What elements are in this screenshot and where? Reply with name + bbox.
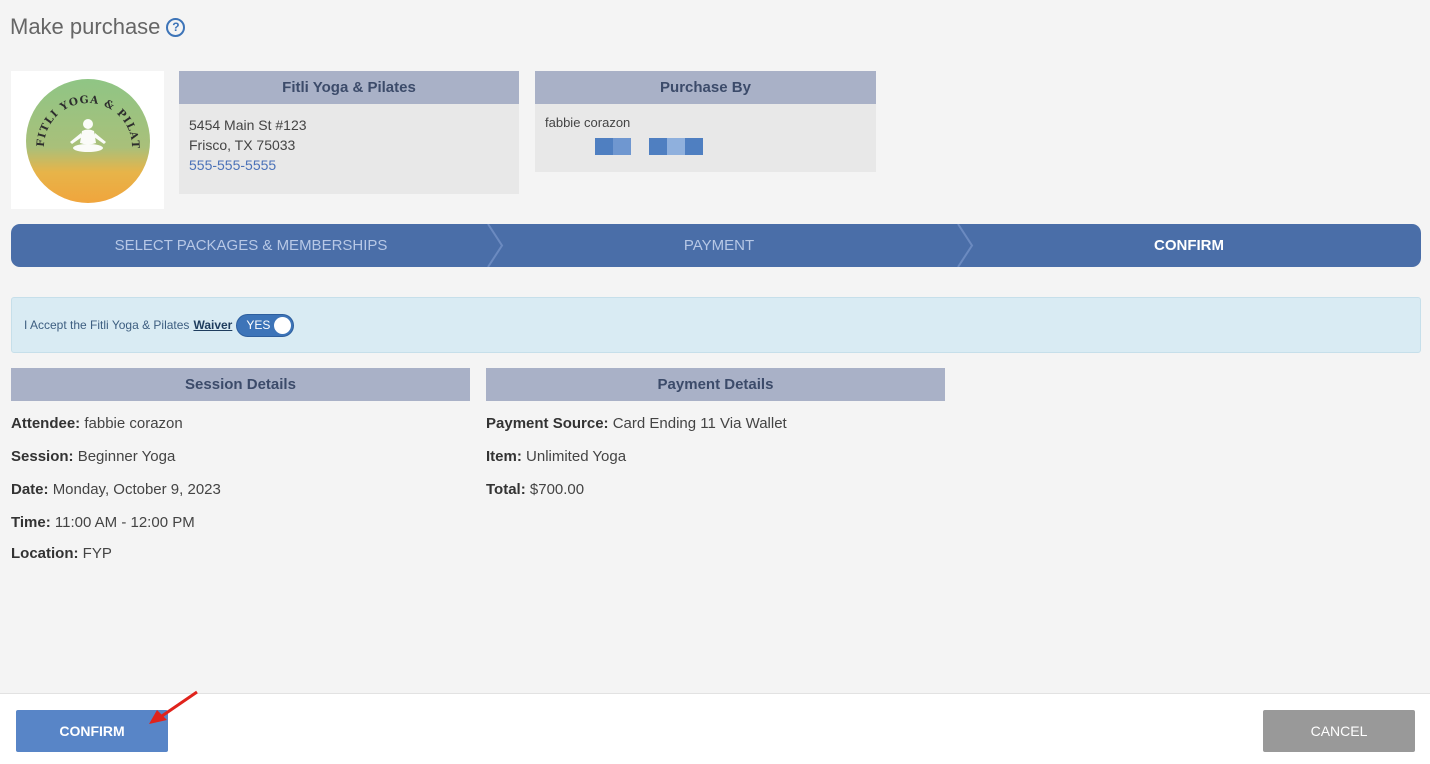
step-divider-icon	[487, 224, 504, 267]
purchaser-name: fabbie corazon	[545, 115, 631, 130]
purchase-by-heading: Purchase By	[535, 71, 876, 104]
waiver-link[interactable]: Waiver	[193, 318, 232, 332]
step-select-packages[interactable]: SELECT PACKAGES & MEMBERSHIPS	[11, 224, 491, 267]
business-address-line1: 5454 Main St #123	[189, 117, 307, 133]
page-title: Make purchase ?	[10, 14, 186, 40]
waiver-text: I Accept the Fitli Yoga & Pilates	[24, 318, 190, 332]
toggle-knob	[274, 316, 292, 334]
location-row: Location: FYP	[11, 545, 112, 562]
waiver-toggle-label: YES	[246, 317, 271, 332]
annotation-arrow-icon	[149, 690, 198, 724]
page-title-text: Make purchase	[10, 14, 161, 39]
business-name: Fitli Yoga & Pilates	[179, 71, 519, 104]
business-phone-link[interactable]: 555-555-5555	[189, 155, 509, 175]
date-row: Date: Monday, October 9, 2023	[11, 481, 221, 498]
payment-details-heading: Payment Details	[486, 368, 945, 401]
session-row: Session: Beginner Yoga	[11, 448, 176, 465]
total-row: Total: $700.00	[486, 481, 585, 498]
step-confirm[interactable]: CONFIRM	[979, 224, 1399, 267]
business-address-line2: Frisco, TX 75033	[189, 137, 296, 153]
purchase-by-card: Purchase By fabbie corazon	[535, 71, 876, 172]
attendee-row: Attendee: fabbie corazon	[11, 415, 183, 432]
time-row: Time: 11:00 AM - 12:00 PM	[11, 514, 195, 531]
waiver-banner: I Accept the Fitli Yoga & Pilates Waiver…	[11, 297, 1421, 353]
checkout-steps: SELECT PACKAGES & MEMBERSHIPS PAYMENT CO…	[11, 224, 1421, 267]
item-row: Item: Unlimited Yoga	[486, 448, 627, 465]
business-logo: FITLI YOGA & PILATES	[11, 71, 164, 209]
footer-bar: CONFIRM CANCEL	[0, 693, 1430, 764]
cancel-button[interactable]: CANCEL	[1263, 710, 1415, 752]
step-divider-icon	[957, 224, 974, 267]
waiver-toggle[interactable]: YES	[236, 313, 295, 337]
session-details-heading: Session Details	[11, 368, 470, 401]
step-payment[interactable]: PAYMENT	[509, 224, 929, 267]
redacted-info	[545, 136, 866, 156]
payment-source-row: Payment Source: Card Ending 11 Via Walle…	[486, 415, 787, 432]
help-icon[interactable]: ?	[166, 17, 186, 37]
business-card: Fitli Yoga & Pilates 5454 Main St #123 F…	[179, 71, 519, 194]
